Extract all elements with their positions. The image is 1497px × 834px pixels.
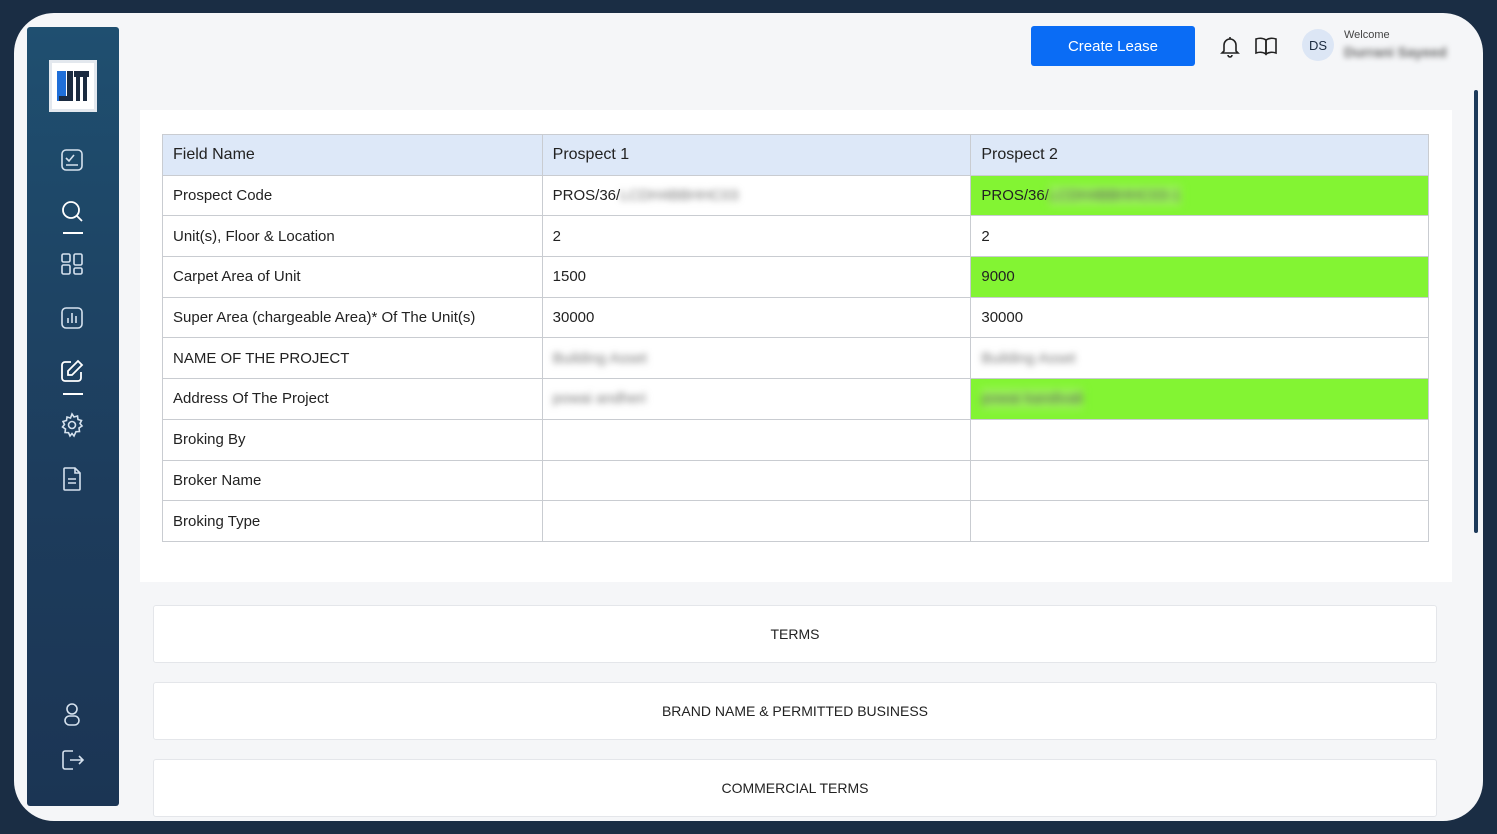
- p1-code-redacted: LCDH4BBHHC03: [620, 187, 739, 205]
- prospect-comparison-table: Field Name Prospect 1 Prospect 2 Prospec…: [162, 134, 1429, 542]
- p2-code-prefix: PROS/36/: [981, 187, 1049, 205]
- brand-name-accordion[interactable]: BRAND NAME & PERMITTED BUSINESS: [153, 682, 1437, 740]
- header-prospect-1: Prospect 1: [541, 134, 972, 176]
- row-p1-value: powai andheri: [541, 378, 972, 420]
- nav-settings-icon[interactable]: [57, 410, 87, 440]
- row-p1-value: PROS/36/LCDH4BBHHC03: [541, 174, 972, 217]
- nav-active-indicator-edit: [63, 393, 83, 395]
- table-row: Broker Name: [162, 459, 1429, 502]
- row-p1-value: 1500: [541, 256, 972, 298]
- row-field: Broking By: [162, 418, 543, 461]
- nav-document-icon[interactable]: [57, 464, 87, 494]
- username-label: Durrani Sayeed: [1344, 44, 1447, 60]
- nav-dashboard-icon[interactable]: [57, 249, 87, 279]
- comparison-card: Field Name Prospect 1 Prospect 2 Prospec…: [140, 110, 1452, 582]
- nav-search-icon[interactable]: [57, 197, 87, 227]
- table-row: Super Area (chargeable Area)* Of The Uni…: [162, 296, 1429, 339]
- row-p1-value: Building Asset: [541, 337, 972, 380]
- row-p1-value: [541, 459, 972, 502]
- nav-profile-icon[interactable]: [57, 699, 87, 729]
- terms-accordion[interactable]: TERMS: [153, 605, 1437, 663]
- table-row: Address Of The Project powai andheri pow…: [162, 378, 1429, 420]
- row-p2-value: powai kandivali: [970, 378, 1429, 420]
- table-row: Prospect Code PROS/36/LCDH4BBHHC03 PROS/…: [162, 174, 1429, 217]
- nav-active-indicator: [63, 232, 83, 234]
- nav-edit-icon[interactable]: [57, 356, 87, 386]
- row-p2-value: [970, 459, 1429, 502]
- row-p1-value: [541, 418, 972, 461]
- page-scrollbar[interactable]: [1474, 90, 1478, 533]
- row-p2-value: 30000: [970, 296, 1429, 339]
- row-p2-value: PROS/36/LCDH4BBHHC03-1: [970, 174, 1429, 217]
- app-logo[interactable]: [49, 60, 97, 112]
- sidebar: [27, 27, 119, 806]
- header-field-name: Field Name: [162, 134, 543, 176]
- row-p2-value: Building Asset: [970, 337, 1429, 380]
- notification-bell-icon[interactable]: [1217, 33, 1243, 59]
- row-field: Carpet Area of Unit: [162, 256, 543, 298]
- table-header-row: Field Name Prospect 1 Prospect 2: [162, 134, 1429, 176]
- table-row: Carpet Area of Unit 1500 9000: [162, 256, 1429, 298]
- p1-project-redacted: Building Asset: [552, 349, 647, 367]
- app-window: Create Lease DS Welcome Durrani Sayeed F…: [14, 13, 1483, 821]
- row-p1-value: [541, 500, 972, 542]
- row-p2-value: [970, 500, 1429, 542]
- p1-address-redacted: powai andheri: [552, 390, 647, 408]
- nav-reports-icon[interactable]: [57, 303, 87, 333]
- header-prospect-2: Prospect 2: [970, 134, 1429, 176]
- table-row: NAME OF THE PROJECT Building Asset Build…: [162, 337, 1429, 380]
- p2-project-redacted: Building Asset: [981, 349, 1076, 367]
- commercial-terms-accordion[interactable]: COMMERCIAL TERMS: [153, 759, 1437, 817]
- row-field: NAME OF THE PROJECT: [162, 337, 543, 380]
- row-field: Super Area (chargeable Area)* Of The Uni…: [162, 296, 543, 339]
- row-field: Broker Name: [162, 459, 543, 502]
- row-field: Unit(s), Floor & Location: [162, 215, 543, 258]
- welcome-label: Welcome: [1344, 29, 1390, 41]
- user-avatar[interactable]: DS: [1302, 29, 1334, 61]
- row-p2-value: 2: [970, 215, 1429, 258]
- row-field: Address Of The Project: [162, 378, 543, 420]
- p1-code-prefix: PROS/36/: [552, 187, 621, 205]
- nav-tasks-icon[interactable]: [57, 145, 87, 175]
- logo-mark-icon: [57, 71, 89, 101]
- table-row: Broking By: [162, 418, 1429, 461]
- p2-address-redacted: powai kandivali: [981, 388, 1084, 410]
- p2-code-redacted: LCDH4BBHHC03-1: [1048, 185, 1181, 207]
- row-p1-value: 30000: [541, 296, 972, 339]
- nav-logout-icon[interactable]: [57, 745, 87, 775]
- row-p2-value: 9000: [970, 256, 1429, 298]
- guide-book-icon[interactable]: [1253, 33, 1279, 59]
- row-field: Prospect Code: [162, 174, 543, 217]
- row-field: Broking Type: [162, 500, 543, 542]
- row-p2-value: [970, 418, 1429, 461]
- row-p1-value: 2: [541, 215, 972, 258]
- create-lease-button[interactable]: Create Lease: [1031, 26, 1195, 66]
- table-row: Unit(s), Floor & Location 2 2: [162, 215, 1429, 258]
- table-row: Broking Type: [162, 500, 1429, 542]
